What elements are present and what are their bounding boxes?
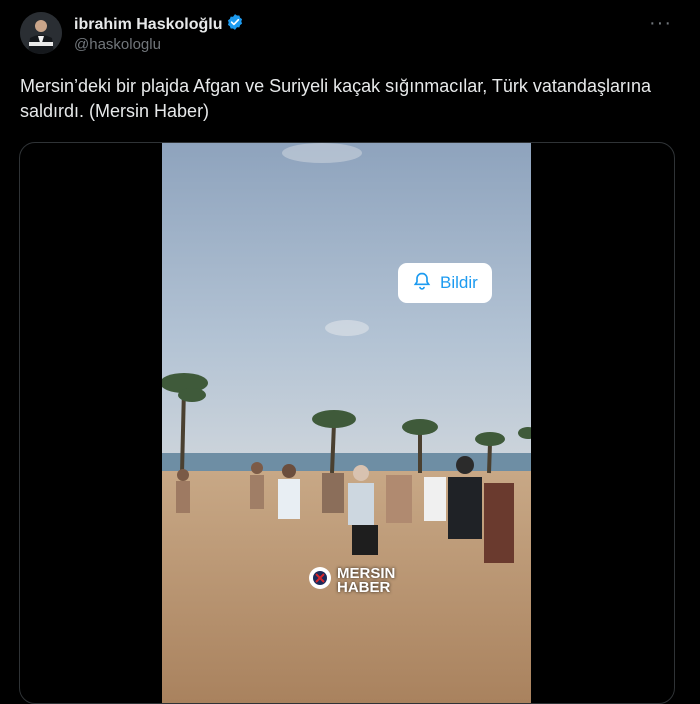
video-player[interactable]: Bildir MERSIN HABER — [162, 143, 531, 703]
media-container[interactable]: Bildir MERSIN HABER — [19, 142, 675, 704]
author-handle[interactable]: @haskologlu — [74, 36, 161, 53]
avatar-image — [20, 12, 62, 54]
logo-line-2: HABER — [337, 578, 391, 596]
notify-label: Bildir — [440, 273, 478, 292]
avatar[interactable] — [20, 12, 62, 54]
tweet-text: Mersin’deki bir plajda Afgan ve Suriyeli… — [20, 76, 651, 121]
video-frame — [162, 143, 531, 703]
more-options-icon[interactable]: ··· — [649, 12, 672, 35]
author-row: ibrahim Haskoloğlu — [74, 13, 244, 36]
logo-mark-icon — [307, 565, 333, 596]
author-name[interactable]: ibrahim Haskoloğlu — [74, 16, 222, 34]
bell-icon — [412, 271, 432, 296]
notify-button[interactable]: Bildir — [398, 263, 492, 303]
verified-badge-icon — [226, 13, 244, 36]
channel-logo: MERSIN HABER — [307, 565, 395, 596]
